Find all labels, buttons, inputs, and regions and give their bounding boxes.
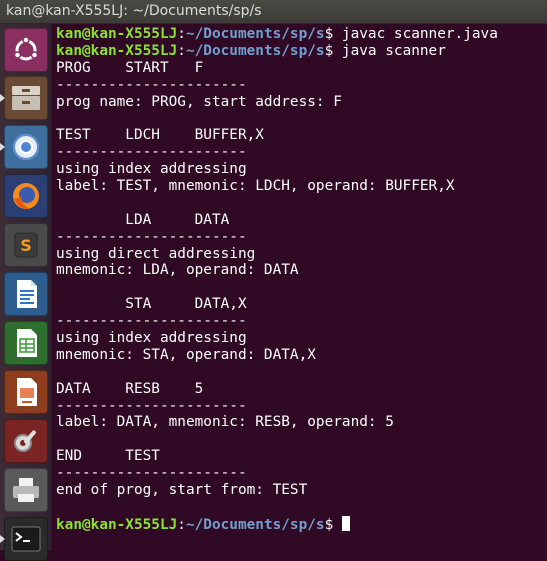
terminal-icon: [11, 526, 41, 552]
text-cursor: [341, 515, 350, 531]
printer-icon: [13, 478, 39, 502]
prompt-symbol: $: [324, 26, 342, 42]
output-line: TEST LDCH BUFFER,X: [56, 127, 264, 144]
output-line: mnemonic: STA, operand: DATA,X: [56, 346, 316, 363]
window-title: kan@kan-X555LJ: ~/Documents/sp/s: [6, 3, 262, 19]
launcher-item-calc[interactable]: [4, 321, 48, 365]
libreoffice-writer-icon: [17, 280, 37, 308]
prompt-symbol: $: [324, 42, 342, 59]
system-settings-icon: [14, 430, 36, 452]
launcher-item-writer[interactable]: [4, 272, 48, 316]
prompt-line: kan@kan-X555LJ:~/Documents/sp/s$: [56, 515, 547, 533]
prompt-user: kan@kan-X555LJ: [56, 516, 178, 533]
launcher-item-ubuntu[interactable]: [4, 28, 48, 72]
output-line: end of prog, start from: TEST: [56, 482, 308, 499]
launcher-item-printer[interactable]: [4, 468, 48, 512]
prompt-line: kan@kan-X555LJ:~/Documents/sp/s$ java sc…: [56, 43, 547, 60]
ubuntu-logo-icon: [13, 36, 39, 61]
output-line: ----------------------: [56, 313, 247, 330]
launcher-item-impress[interactable]: [4, 370, 48, 414]
firefox-icon: [13, 183, 39, 210]
prompt-path: ~/Documents/sp/s: [185, 42, 325, 59]
unity-launcher: S: [0, 24, 52, 561]
output-line: ----------------------: [56, 465, 247, 482]
output-line: STA DATA,X: [56, 296, 247, 313]
launcher-item-terminal[interactable]: [4, 517, 48, 561]
running-indicator: [0, 143, 5, 151]
output-line: ----------------------: [56, 228, 247, 245]
output-line: using index addressing: [56, 330, 247, 347]
output-line: mnemonic: LDA, operand: DATA: [56, 262, 299, 279]
launcher-item-firefox[interactable]: [4, 174, 48, 218]
svg-text:S: S: [20, 236, 32, 255]
output-line: ----------------------: [56, 397, 247, 414]
output-line: LDA DATA: [56, 211, 230, 228]
launcher-item-files[interactable]: [4, 76, 48, 120]
running-indicator: [0, 535, 5, 543]
output-line: label: TEST, mnemonic: LDCH, operand: BU…: [56, 178, 455, 195]
prompt-separator: :: [177, 516, 186, 533]
running-indicator: [0, 94, 5, 102]
prompt-separator: :: [177, 26, 186, 42]
launcher-item-sublime-text[interactable]: S: [4, 223, 48, 267]
prompt-user: kan@kan-X555LJ: [56, 42, 178, 59]
command-text: java scanner: [341, 42, 446, 59]
terminal-output[interactable]: kan@kan-X555LJ:~/Documents/sp/s$ javac s…: [52, 24, 547, 550]
output-line: PROG START F: [56, 59, 204, 76]
files-icon: [12, 86, 40, 110]
output-line: using index addressing: [56, 161, 247, 178]
command-text: javac scanner.java: [341, 26, 498, 42]
prompt-symbol: $: [324, 516, 342, 533]
output-line: END TEST: [56, 448, 160, 465]
prompt-user: kan@kan-X555LJ: [56, 26, 178, 42]
prompt-path: ~/Documents/sp/s: [185, 516, 325, 533]
libreoffice-impress-icon: [17, 378, 37, 406]
launcher-item-chromium[interactable]: [4, 125, 48, 169]
sublime-text-icon: S: [14, 232, 38, 258]
output-line: ----------------------: [56, 144, 247, 161]
prompt-path: ~/Documents/sp/s: [185, 26, 325, 42]
output-line: ----------------------: [56, 76, 247, 93]
launcher-item-settings[interactable]: [4, 419, 48, 463]
libreoffice-calc-icon: [17, 329, 37, 357]
output-line: label: DATA, mnemonic: RESB, operand: 5: [56, 414, 394, 431]
prompt-separator: :: [177, 42, 186, 59]
prompt-line: kan@kan-X555LJ:~/Documents/sp/s$ javac s…: [56, 26, 547, 43]
output-line: using direct addressing: [56, 245, 256, 262]
chromium-icon: [13, 134, 39, 160]
window-titlebar[interactable]: kan@kan-X555LJ: ~/Documents/sp/s: [0, 0, 547, 24]
output-line: prog name: PROG, start address: F: [56, 93, 342, 110]
output-line: DATA RESB 5: [56, 380, 204, 397]
